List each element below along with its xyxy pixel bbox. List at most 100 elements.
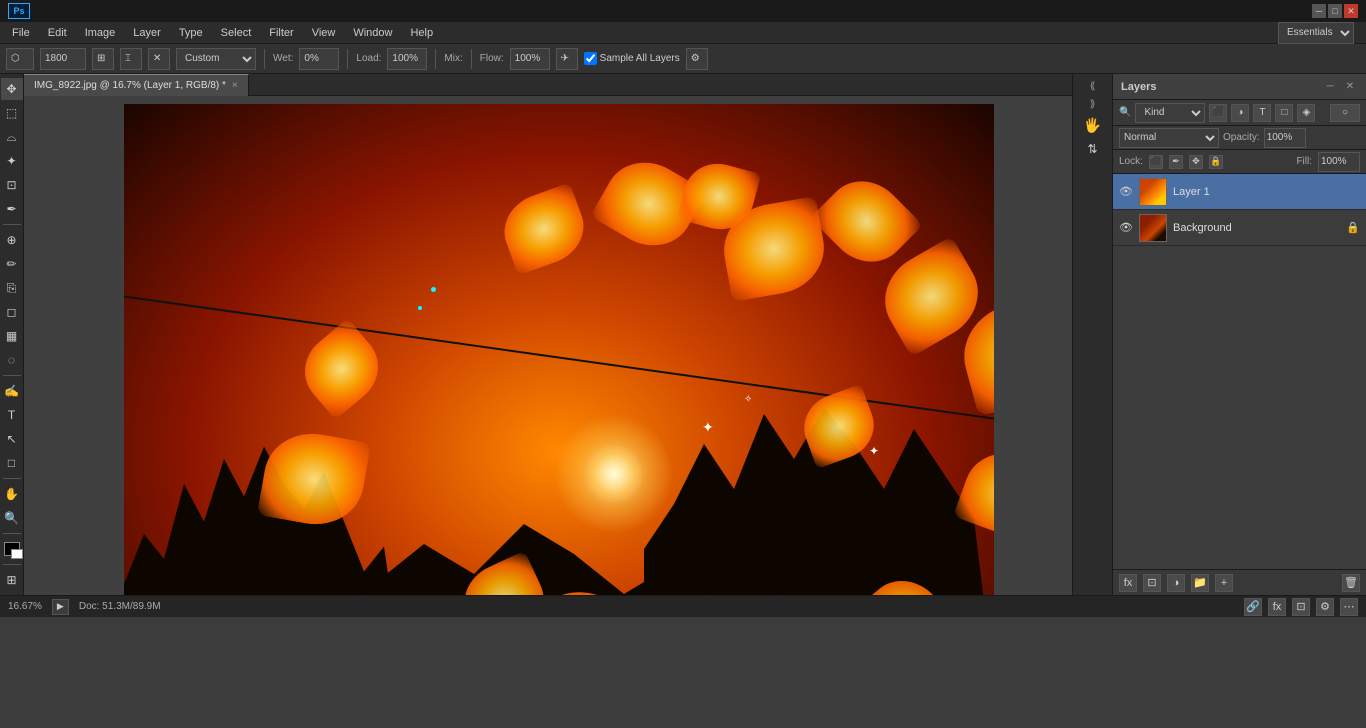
layer-mask-btn[interactable]: ⊡ — [1143, 574, 1161, 592]
eraser-tool[interactable]: ◻ — [1, 301, 23, 323]
minimize-button[interactable]: ─ — [1312, 4, 1326, 18]
lock-position-btn[interactable]: ✒ — [1169, 155, 1183, 169]
fill-input[interactable] — [1318, 152, 1360, 172]
sparkle-3: ✧ — [744, 394, 752, 405]
status-fx-btn[interactable]: fx — [1268, 598, 1286, 616]
lock-pixels-btn[interactable]: ⬛ — [1149, 155, 1163, 169]
filter-smart-btn[interactable]: ◈ — [1297, 104, 1315, 122]
wet-input[interactable] — [299, 48, 339, 70]
background-layer-name: Background — [1173, 222, 1340, 234]
menu-layer[interactable]: Layer — [125, 25, 169, 41]
load-input[interactable] — [387, 48, 427, 70]
layer-delete-btn[interactable]: 🗑 — [1342, 574, 1360, 592]
separator-3 — [435, 49, 436, 69]
brush-size-input[interactable] — [40, 48, 86, 70]
tab-close-btn[interactable]: × — [232, 80, 238, 91]
foreground-color[interactable] — [4, 542, 20, 556]
layer-row-layer1[interactable]: 👁 Layer 1 — [1113, 174, 1366, 210]
text-tool[interactable]: T — [1, 404, 23, 426]
screen-mode-btn[interactable]: ⊞ — [1, 569, 23, 591]
mini-tool-1[interactable]: 🖐 — [1082, 114, 1104, 136]
gradient-tool[interactable]: ▦ — [1, 325, 23, 347]
opacity-input[interactable] — [1264, 128, 1306, 148]
menu-select[interactable]: Select — [213, 25, 260, 41]
status-settings-btn[interactable]: ⚙ — [1316, 598, 1334, 616]
menu-edit[interactable]: Edit — [40, 25, 75, 41]
lock-all-btn[interactable]: 🔒 — [1209, 155, 1223, 169]
layer-row-background[interactable]: 👁 Background 🔒 — [1113, 210, 1366, 246]
brush-options-btn[interactable]: ⊞ — [92, 48, 114, 70]
layer-adjust-btn[interactable]: ◑ — [1167, 574, 1185, 592]
color-swatches[interactable] — [1, 538, 23, 560]
brush-tool[interactable]: ✏ — [1, 253, 23, 275]
extra-options-btn[interactable]: ⚙ — [686, 48, 708, 70]
layers-collapse-btn[interactable]: ─ — [1322, 79, 1338, 95]
workspace-area: ✥ ⬚ ⌓ ✦ ⊡ ✒ ⊕ ✏ ⎘ ◻ ▦ ◌ ✍ T ↖ □ ✋ 🔍 ⊞ — [0, 74, 1366, 595]
shape-tool[interactable]: □ — [1, 452, 23, 474]
layers-panel: Layers ─ ✕ 🔍 Kind ⬛ ◑ T □ ◈ ○ — [1113, 74, 1366, 595]
menu-help[interactable]: Help — [402, 25, 441, 41]
layers-list: 👁 Layer 1 👁 Background 🔒 — [1113, 174, 1366, 569]
menu-window[interactable]: Window — [345, 25, 400, 41]
title-bar: Ps ─ □ ✕ — [0, 0, 1366, 22]
blend-mode-select[interactable]: Normal — [1119, 128, 1219, 148]
layer-group-btn[interactable]: 📁 — [1191, 574, 1209, 592]
wand-tool[interactable]: ✦ — [1, 150, 23, 172]
brush-erase-btn[interactable]: ✕ — [148, 48, 170, 70]
clone-tool[interactable]: ⎘ — [1, 277, 23, 299]
panel-collapse-btn[interactable]: ⟪ — [1085, 78, 1101, 94]
canvas-tab[interactable]: IMG_8922.jpg @ 16.7% (Layer 1, RGB/8) * … — [24, 74, 249, 96]
mini-tool-2[interactable]: ⇅ — [1082, 138, 1104, 160]
flow-input[interactable] — [510, 48, 550, 70]
status-extra-btn[interactable]: ⋯ — [1340, 598, 1358, 616]
filter-text-btn[interactable]: T — [1253, 104, 1271, 122]
filter-adjust-btn[interactable]: ◑ — [1231, 104, 1249, 122]
layer1-visibility-toggle[interactable]: 👁 — [1119, 185, 1133, 199]
layers-blend-bar: Normal Opacity: — [1113, 126, 1366, 150]
opacity-label: Opacity: — [1223, 132, 1260, 143]
brush-preset-btn[interactable]: ⬡ — [6, 48, 34, 70]
sample-all-layers-checkbox[interactable] — [584, 52, 597, 65]
filter-shape-btn[interactable]: □ — [1275, 104, 1293, 122]
title-bar-controls[interactable]: ─ □ ✕ — [1312, 4, 1358, 18]
heal-tool[interactable]: ⊕ — [1, 229, 23, 251]
background-color[interactable] — [11, 549, 23, 559]
panel-expand-btn[interactable]: ⟫ — [1085, 96, 1101, 112]
marquee-tool[interactable]: ⬚ — [1, 102, 23, 124]
status-mask-btn[interactable]: ⊡ — [1292, 598, 1310, 616]
menu-filter[interactable]: Filter — [261, 25, 301, 41]
menu-file[interactable]: File — [4, 25, 38, 41]
canvas-image[interactable]: ✦ ✦ ✧ Activate Windows Go to Settings to… — [124, 104, 994, 595]
maximize-button[interactable]: □ — [1328, 4, 1342, 18]
sample-all-layers-label: Sample All Layers — [600, 53, 680, 64]
path-select-tool[interactable]: ↖ — [1, 428, 23, 450]
move-tool[interactable]: ✥ — [1, 78, 23, 100]
airbrush-btn[interactable]: ✈ — [556, 48, 578, 70]
menu-bar: File Edit Image Layer Type Select Filter… — [0, 22, 1366, 44]
layers-panel-controls: ─ ✕ — [1322, 79, 1358, 95]
pen-tool[interactable]: ✍ — [1, 380, 23, 402]
layers-close-btn[interactable]: ✕ — [1342, 79, 1358, 95]
filter-toggle-btn[interactable]: ○ — [1330, 104, 1360, 122]
status-link-btn[interactable]: 🔗 — [1244, 598, 1262, 616]
hand-tool[interactable]: ✋ — [1, 483, 23, 505]
eyedropper-tool[interactable]: ✒ — [1, 198, 23, 220]
essentials-select[interactable]: Essentials — [1278, 22, 1354, 44]
menu-view[interactable]: View — [304, 25, 344, 41]
layer-new-btn[interactable]: + — [1215, 574, 1233, 592]
background-visibility-toggle[interactable]: 👁 — [1119, 221, 1133, 235]
menu-image[interactable]: Image — [77, 25, 124, 41]
zoom-navigate-btn[interactable]: ▶ — [52, 599, 69, 615]
layer-fx-btn[interactable]: fx — [1119, 574, 1137, 592]
lasso-tool[interactable]: ⌓ — [1, 126, 23, 148]
layer-filter-select[interactable]: Kind — [1135, 103, 1205, 123]
zoom-tool[interactable]: 🔍 — [1, 507, 23, 529]
lock-move-btn[interactable]: ✥ — [1189, 155, 1203, 169]
menu-type[interactable]: Type — [171, 25, 211, 41]
preset-select[interactable]: Custom — [176, 48, 256, 70]
close-button[interactable]: ✕ — [1344, 4, 1358, 18]
crop-tool[interactable]: ⊡ — [1, 174, 23, 196]
dodge-tool[interactable]: ◌ — [1, 349, 23, 371]
filter-pixel-btn[interactable]: ⬛ — [1209, 104, 1227, 122]
brush-mode-btn[interactable]: ⌶ — [120, 48, 142, 70]
